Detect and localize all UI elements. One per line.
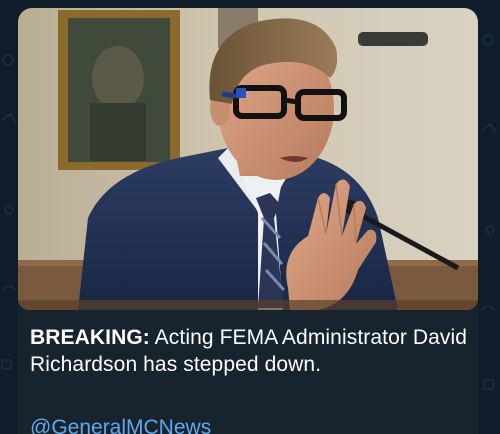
breaking-label: BREAKING:: [30, 326, 150, 349]
channel-handle-link[interactable]: @GeneralMCNews: [30, 416, 211, 434]
message-card: BREAKING: Acting FEMA Administrator Davi…: [18, 8, 478, 434]
post-caption: BREAKING: Acting FEMA Administrator Davi…: [30, 324, 470, 378]
news-photo[interactable]: [18, 8, 478, 310]
news-photo-illustration: [18, 8, 478, 310]
